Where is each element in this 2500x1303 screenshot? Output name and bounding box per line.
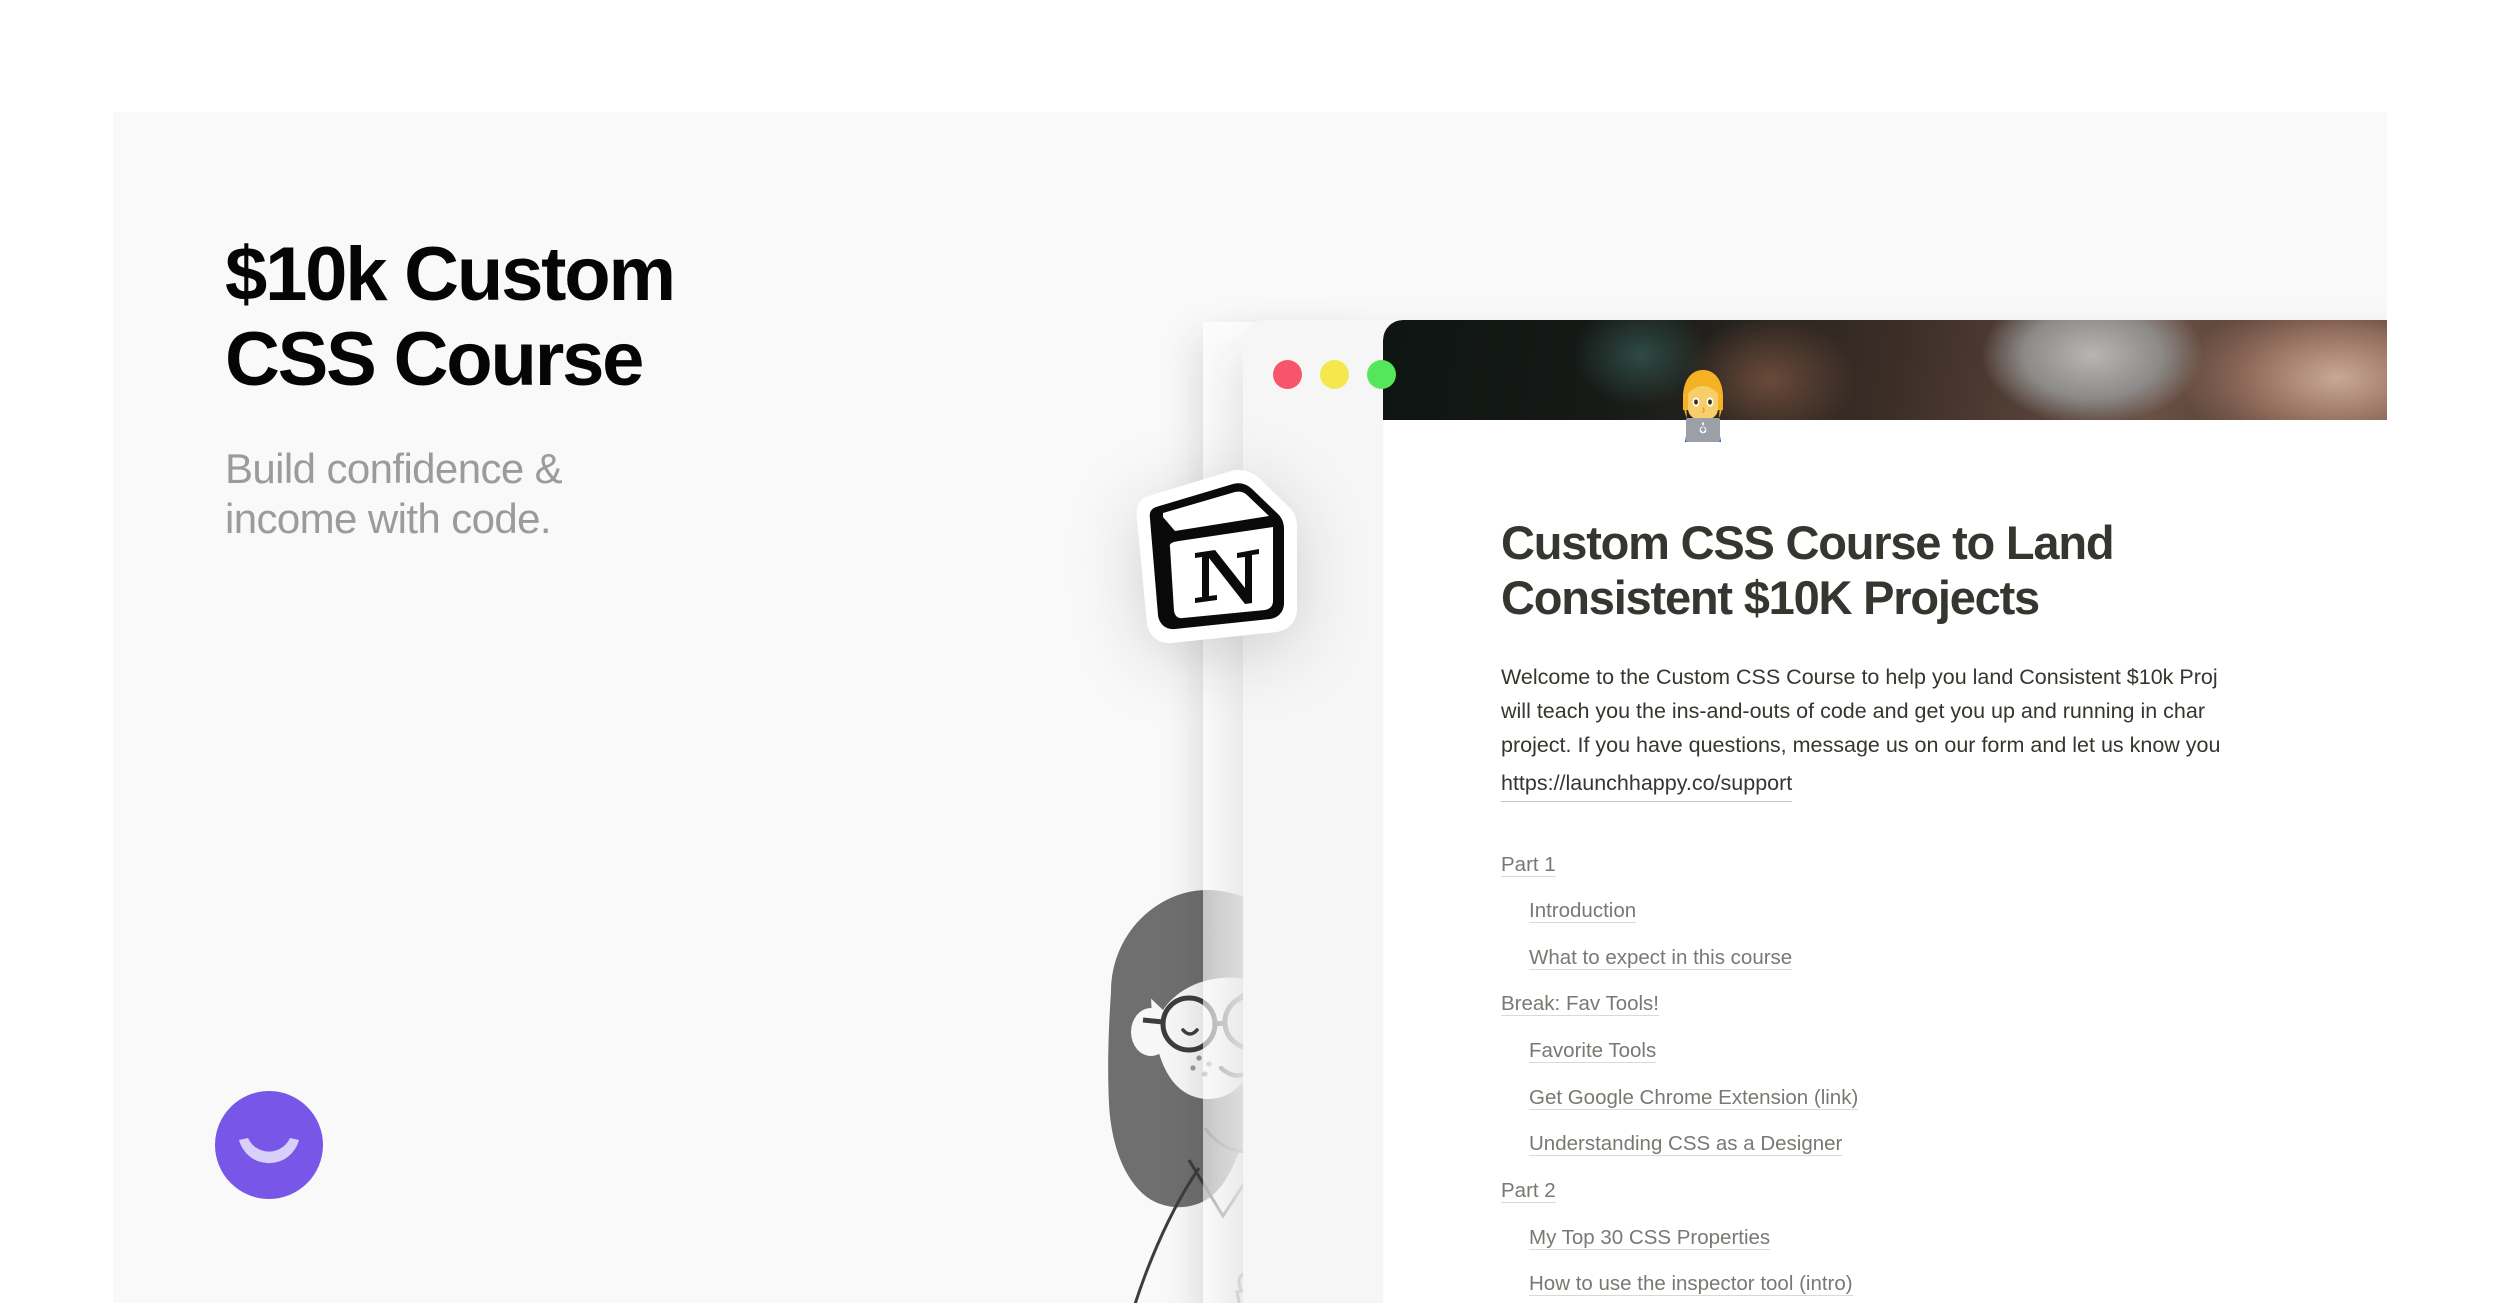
page-title: $10k Custom CSS Course [225,232,676,403]
toc-item[interactable]: Understanding CSS as a Designer [1529,1131,2387,1157]
toc-item-label[interactable]: Favorite Tools [1529,1039,1657,1064]
minimize-window-icon[interactable] [1320,360,1349,389]
woman-technologist-emoji-icon[interactable] [1666,368,1740,442]
toc-item-label[interactable]: Get Google Chrome Extension (link) [1529,1085,1859,1110]
table-of-contents: Part 1 Introduction What to expect in this… [1501,852,2387,1303]
support-link[interactable]: https://launchhappy.co/support [1501,766,1793,802]
toc-item[interactable]: What to expect in this course [1529,945,2387,971]
toc-item[interactable]: How to use the inspector tool (intro) [1529,1271,2387,1297]
toc-item[interactable]: Get Google Chrome Extension (link) [1529,1085,2387,1111]
toc-item[interactable]: My Top 30 CSS Properties [1529,1225,2387,1251]
smile-circle-logo-icon [210,1086,328,1204]
window-traffic-lights [1273,360,1396,389]
toc-item[interactable]: Introduction [1529,898,2387,924]
toc-item-label[interactable]: Introduction [1529,899,1637,924]
toc-item[interactable]: Break: Fav Tools! [1501,991,2387,1017]
toc-item[interactable]: Favorite Tools [1529,1038,2387,1064]
hero-section: $10k Custom CSS Course Build confidence … [113,112,2387,1303]
document-title: Custom CSS Course to Land Consistent $10… [1501,516,2115,625]
toc-item-label[interactable]: Part 1 [1501,852,1556,877]
toc-item-label[interactable]: How to use the inspector tool (intro) [1529,1272,1853,1297]
toc-item-label[interactable]: What to expect in this course [1529,945,1793,970]
toc-item-label[interactable]: My Top 30 CSS Properties [1529,1225,1771,1250]
page-root: $10k Custom CSS Course Build confidence … [0,0,2500,1303]
notion-document-surface: Custom CSS Course to Land Consistent $10… [1383,320,2387,1303]
close-window-icon[interactable] [1273,360,1302,389]
toc-item[interactable]: Part 1 [1501,852,2387,878]
document-cover-image [1383,320,2387,420]
toc-item-label[interactable]: Break: Fav Tools! [1501,992,1659,1017]
document-body: Custom CSS Course to Land Consistent $10… [1383,420,2387,1303]
page-right-margin [2387,0,2500,1303]
browser-window-mock: Custom CSS Course to Land Consistent $10… [1243,320,2387,1303]
page-subtitle: Build confidence & income with code. [225,445,563,542]
notion-cube-logo-icon [1123,457,1308,647]
hero-copy-block: $10k Custom CSS Course Build confidence … [225,232,925,543]
toc-item[interactable]: Part 2 [1501,1178,2387,1204]
toc-item-label[interactable]: Understanding CSS as a Designer [1529,1132,1843,1157]
toc-item-label[interactable]: Part 2 [1501,1178,1556,1203]
maximize-window-icon[interactable] [1367,360,1396,389]
document-intro-paragraph: Welcome to the Custom CSS Course to help… [1501,664,2221,758]
